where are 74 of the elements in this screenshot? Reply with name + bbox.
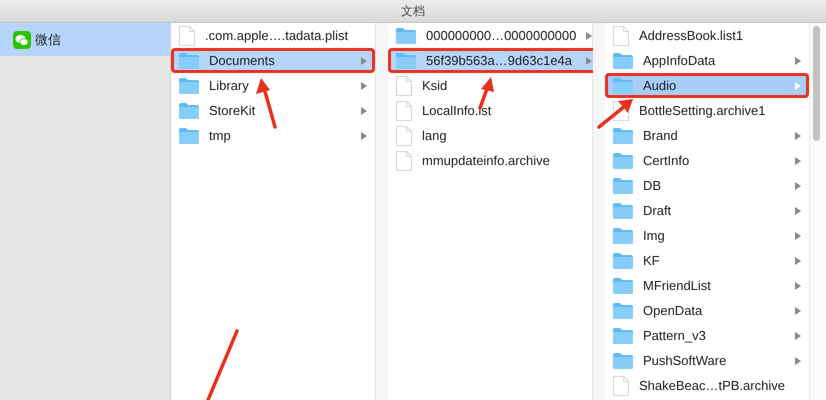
scroll-thumb[interactable] xyxy=(813,26,820,141)
disclosure-icon xyxy=(795,332,801,340)
folder-icon xyxy=(179,52,199,68)
folder-icon xyxy=(613,352,633,368)
file-list-item[interactable]: lang xyxy=(388,123,600,148)
folder-icon xyxy=(613,52,633,68)
file-list-item[interactable]: KF xyxy=(605,248,809,273)
file-list-item[interactable]: Audio xyxy=(605,73,809,98)
disclosure-icon xyxy=(361,132,367,140)
disclosure-icon xyxy=(795,232,801,240)
document-icon xyxy=(396,100,412,120)
disclosure-icon xyxy=(361,82,367,90)
folder-icon xyxy=(613,78,633,94)
file-list-item[interactable]: Draft xyxy=(605,198,809,223)
disclosure-icon xyxy=(586,32,592,40)
disclosure-icon xyxy=(795,56,801,64)
file-list-item[interactable]: 000000000…0000000000 xyxy=(388,23,600,48)
disclosure-icon xyxy=(586,56,592,64)
file-list-item[interactable]: LocalInfo.lst xyxy=(388,98,600,123)
window-title: 文档 xyxy=(401,2,425,20)
file-list-item[interactable]: ShakeBeac…tPB.archive xyxy=(605,373,809,398)
folder-icon xyxy=(613,228,633,244)
folder-icon xyxy=(613,328,633,344)
disclosure-icon xyxy=(795,306,801,314)
disclosure-icon xyxy=(361,56,367,64)
file-list-item[interactable]: Ksid xyxy=(388,73,600,98)
document-icon xyxy=(613,26,629,46)
folder-icon xyxy=(613,178,633,194)
document-icon xyxy=(396,150,412,170)
file-list-item[interactable]: AddressBook.list1 xyxy=(605,23,809,48)
file-list-item[interactable]: DB xyxy=(605,173,809,198)
disclosure-icon xyxy=(795,132,801,140)
document-icon xyxy=(613,376,629,396)
file-list-item[interactable]: tmp xyxy=(171,123,375,148)
file-list-item[interactable]: StoreKit xyxy=(171,98,375,123)
file-list-item[interactable]: Pattern_v3 xyxy=(605,323,809,348)
folder-icon xyxy=(396,28,416,44)
folder-icon xyxy=(179,128,199,144)
document-icon xyxy=(396,126,412,146)
folder-icon xyxy=(613,252,633,268)
document-icon xyxy=(179,26,195,46)
sidebar-item[interactable]: 微信 xyxy=(0,23,170,56)
disclosure-icon xyxy=(361,106,367,114)
disclosure-icon xyxy=(795,282,801,290)
folder-icon xyxy=(613,202,633,218)
file-list-item[interactable]: AppInfoData xyxy=(605,48,809,73)
file-list-item[interactable]: OpenData xyxy=(605,298,809,323)
file-list-item[interactable]: Img xyxy=(605,223,809,248)
folder-icon xyxy=(613,278,633,294)
folder-icon xyxy=(613,152,633,168)
file-list-item[interactable]: PushSoftWare xyxy=(605,348,809,373)
annotation-line xyxy=(206,329,239,400)
disclosure-icon xyxy=(795,256,801,264)
disclosure-icon xyxy=(795,156,801,164)
document-icon xyxy=(396,76,412,96)
annotation-arrow xyxy=(597,99,633,129)
disclosure-icon xyxy=(795,182,801,190)
file-list-item[interactable]: .com.apple….tadata.plist xyxy=(171,23,375,48)
annotation-arrow xyxy=(256,78,277,129)
file-list-item[interactable]: Brand xyxy=(605,123,809,148)
file-list-item[interactable]: CertInfo xyxy=(605,148,809,173)
file-list-item[interactable]: MFriendList xyxy=(605,273,809,298)
disclosure-icon xyxy=(795,356,801,364)
disclosure-icon xyxy=(795,206,801,214)
folder-icon xyxy=(613,302,633,318)
chat-app-icon xyxy=(13,30,31,48)
folder-icon xyxy=(396,52,416,68)
folder-icon xyxy=(179,78,199,94)
folder-icon xyxy=(179,102,199,118)
scroll-bar[interactable] xyxy=(809,23,824,400)
file-list-item[interactable]: Documents xyxy=(171,48,375,73)
file-list-item[interactable]: mmupdateinfo.archive xyxy=(388,148,600,173)
disclosure-icon xyxy=(795,82,801,90)
folder-icon xyxy=(613,128,633,144)
